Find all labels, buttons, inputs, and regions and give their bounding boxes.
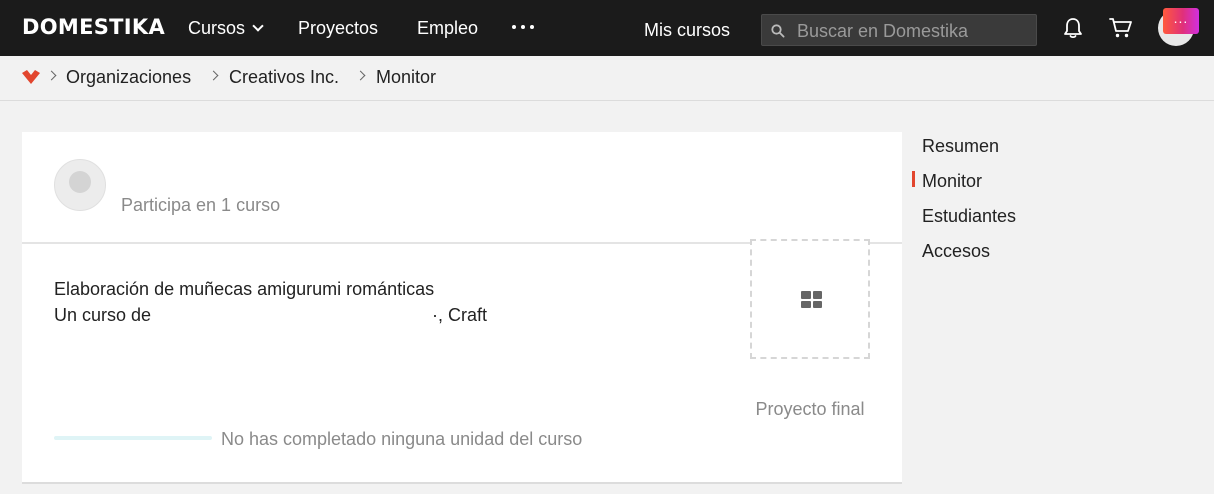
breadcrumb: Organizaciones Creativos Inc. Monitor (0, 56, 1214, 101)
bell-icon[interactable] (1063, 17, 1083, 39)
course-title[interactable]: Elaboración de muñecas amigurumi románti… (54, 278, 434, 300)
breadcrumb-separator-icon (355, 70, 366, 81)
final-project-label: Proyecto final (755, 399, 865, 419)
student-course-card: Participa en 1 curso Elaboración de muñe… (22, 132, 902, 484)
domestika-home-icon[interactable] (21, 69, 41, 85)
search-input[interactable] (797, 19, 1027, 43)
final-project-placeholder[interactable] (750, 239, 870, 359)
nav-proyectos-link[interactable]: Proyectos (298, 17, 378, 39)
breadcrumb-separator-icon (208, 70, 219, 81)
sidebar-item-monitor[interactable]: Monitor (922, 170, 982, 192)
breadcrumb-organizaciones[interactable]: Organizaciones (66, 66, 191, 88)
top-navigation-bar: DOMESTIKA Cursos Proyectos Empleo Mis cu… (0, 0, 1214, 56)
course-author-prefix: Un curso de (54, 305, 152, 325)
domestika-logo[interactable]: DOMESTIKA (22, 14, 165, 40)
search-box[interactable] (761, 14, 1037, 46)
nav-cursos-menu[interactable]: Cursos (188, 17, 264, 39)
shopping-cart-icon[interactable] (1109, 17, 1133, 39)
student-header: Participa en 1 curso (22, 132, 902, 244)
course-author-suffix: ·, Craft (432, 305, 488, 325)
breadcrumb-creativos-inc[interactable]: Creativos Inc. (229, 66, 339, 88)
more-options-icon[interactable] (512, 20, 536, 34)
student-avatar (54, 159, 106, 211)
default-avatar-icon (69, 171, 91, 193)
course-progress-bar (54, 436, 212, 440)
nav-empleo-link[interactable]: Empleo (417, 17, 478, 39)
mis-cursos-link[interactable]: Mis cursos (644, 19, 730, 41)
active-indicator (912, 171, 915, 187)
progress-status-text: No has completado ninguna unidad del cur… (221, 429, 583, 449)
breadcrumb-separator-icon (46, 70, 57, 81)
notification-badge[interactable]: ... (1163, 8, 1199, 34)
grid-icon (801, 291, 822, 308)
breadcrumb-monitor: Monitor (376, 67, 437, 87)
nav-cursos-label: Cursos (188, 18, 246, 38)
sidebar-item-resumen[interactable]: Resumen (922, 135, 999, 157)
participation-count: Participa en 1 curso (121, 195, 281, 215)
chevron-down-icon (252, 20, 264, 32)
search-icon (771, 24, 785, 38)
sidebar-item-estudiantes[interactable]: Estudiantes (922, 205, 1016, 227)
sidebar-item-accesos[interactable]: Accesos (922, 240, 990, 262)
